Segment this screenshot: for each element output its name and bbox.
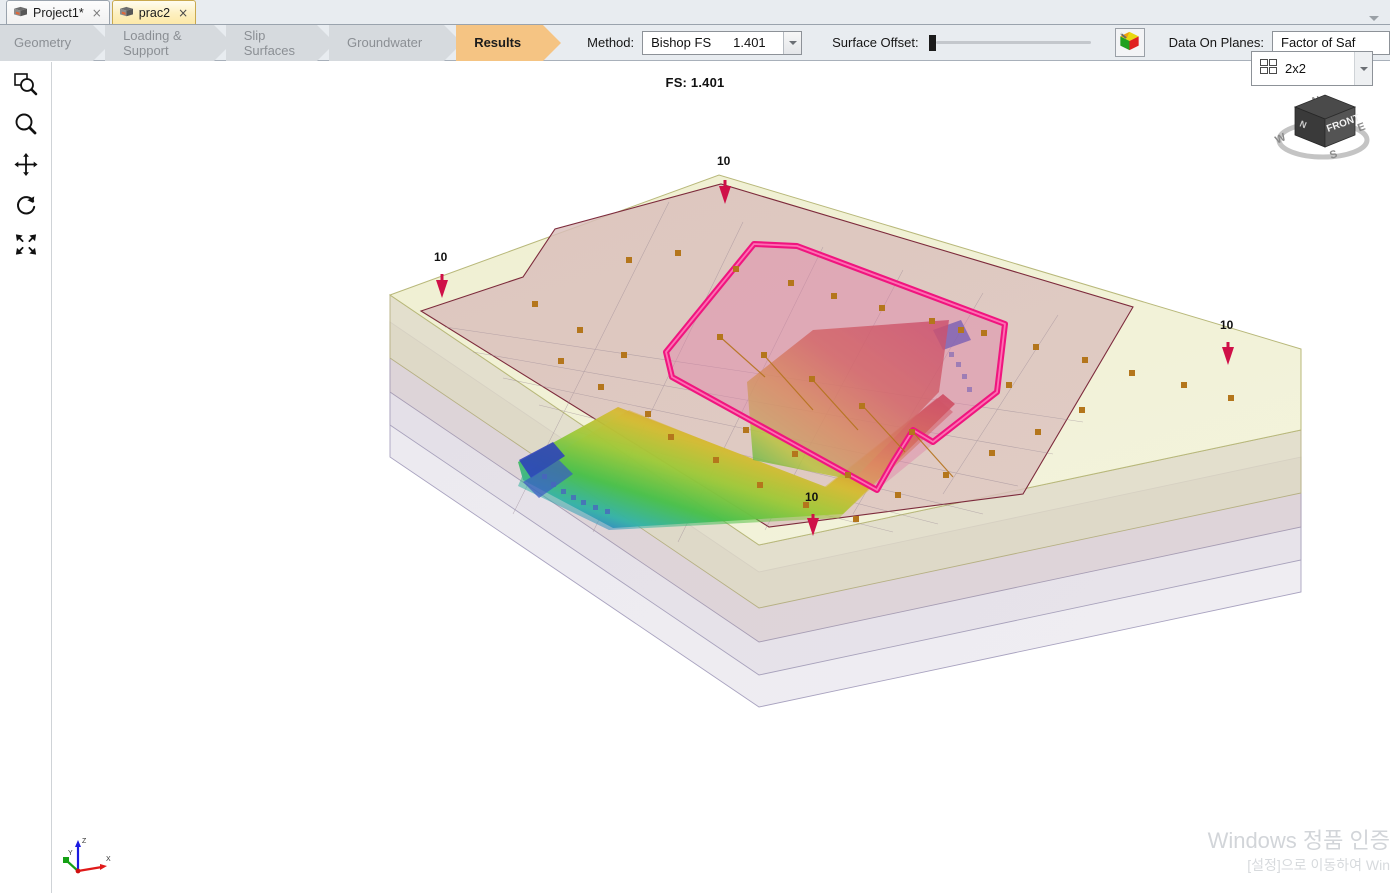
zoom-all-icon: [13, 232, 39, 262]
model-viewport-3d[interactable]: FS: 1.401 10 10 10 10 W E S N FRONT Z X …: [53, 62, 1390, 893]
document-icon: [13, 6, 28, 19]
rotate-icon: [13, 192, 39, 222]
document-tab-prac2[interactable]: prac2 ×: [111, 0, 197, 24]
rotate-tool-button[interactable]: [7, 192, 45, 222]
document-tab-label: prac2: [138, 5, 171, 20]
workflow-step-label: Groundwater: [347, 35, 423, 50]
workflow-step-label: Results: [474, 35, 522, 50]
grid-2x2-icon: [1260, 58, 1277, 79]
surface-offset-slider[interactable]: [928, 34, 1091, 51]
application-window: Project1* × prac2 × Geometry Loading & S…: [0, 0, 1390, 893]
workflow-step-groundwater[interactable]: Groundwater: [329, 24, 466, 61]
load-magnitude-label: 10: [805, 490, 819, 504]
load-magnitude-label: 10: [717, 154, 731, 168]
document-tab-label: Project1*: [33, 5, 84, 20]
zoom-window-icon: [13, 72, 39, 102]
workflow-step-slip-surfaces[interactable]: Slip Surfaces: [225, 24, 339, 61]
workflow-step-geometry[interactable]: Geometry: [0, 24, 115, 61]
data-on-planes-label: Data On Planes:: [1168, 35, 1264, 50]
chevron-down-icon[interactable]: [783, 31, 802, 54]
close-icon[interactable]: ×: [92, 7, 102, 19]
compass-south: S: [1328, 148, 1339, 162]
method-combobox[interactable]: Bishop FS 1.401: [642, 30, 803, 55]
view-tool-strip: [0, 62, 52, 893]
color-cube-button[interactable]: [1114, 28, 1145, 57]
workflow-step-label: Loading & Support: [123, 27, 182, 58]
workflow-step-loading-support[interactable]: Loading & Support: [105, 24, 235, 61]
load-magnitude-label: 10: [1220, 318, 1234, 332]
zoom-window-tool-button[interactable]: [7, 72, 45, 102]
workflow-breadcrumb: Geometry Loading & Support Slip Surfaces…: [0, 24, 565, 61]
axis-label-z: Z: [82, 838, 87, 845]
pan-icon: [13, 152, 39, 182]
viewport-layout-combobox[interactable]: 2x2: [1251, 51, 1373, 86]
method-label: Method:: [587, 35, 635, 50]
viewport-layout-label: 2x2: [1285, 61, 1306, 76]
axis-label-y: Y: [68, 850, 73, 857]
pan-tool-button[interactable]: [7, 152, 45, 182]
workflow-ribbon: Geometry Loading & Support Slip Surfaces…: [0, 24, 1390, 86]
method-value: Bishop FS: [651, 35, 712, 50]
document-tab-bar: Project1* × prac2 ×: [0, 0, 1390, 25]
slope-stability-model[interactable]: [53, 62, 1390, 893]
load-magnitude-label: 10: [434, 250, 448, 264]
document-tab-project1[interactable]: Project1* ×: [6, 0, 110, 24]
close-icon[interactable]: ×: [178, 7, 188, 19]
zoom-icon: [13, 112, 39, 142]
axis-triad-widget: Z X Y: [58, 833, 120, 883]
zoom-tool-button[interactable]: [7, 112, 45, 142]
workflow-step-results[interactable]: Results: [456, 24, 565, 61]
slider-track[interactable]: [935, 41, 1091, 44]
workflow-step-label: Slip Surfaces: [243, 27, 296, 58]
document-icon: [119, 6, 134, 19]
chevron-down-icon[interactable]: [1368, 10, 1380, 21]
axis-label-x: X: [106, 856, 111, 863]
surface-offset-label: Surface Offset:: [832, 35, 919, 50]
method-fs-value: 1.401: [733, 35, 766, 50]
zoom-all-tool-button[interactable]: [7, 232, 45, 262]
data-on-planes-value: Factor of Saf: [1281, 35, 1356, 50]
slider-thumb[interactable]: [928, 34, 936, 51]
view-cube-widget[interactable]: W E S N N FRONT: [1273, 85, 1373, 165]
chevron-down-icon[interactable]: [1354, 52, 1372, 85]
color-cube-icon: [1118, 30, 1141, 55]
workflow-step-label: Geometry: [14, 35, 72, 50]
